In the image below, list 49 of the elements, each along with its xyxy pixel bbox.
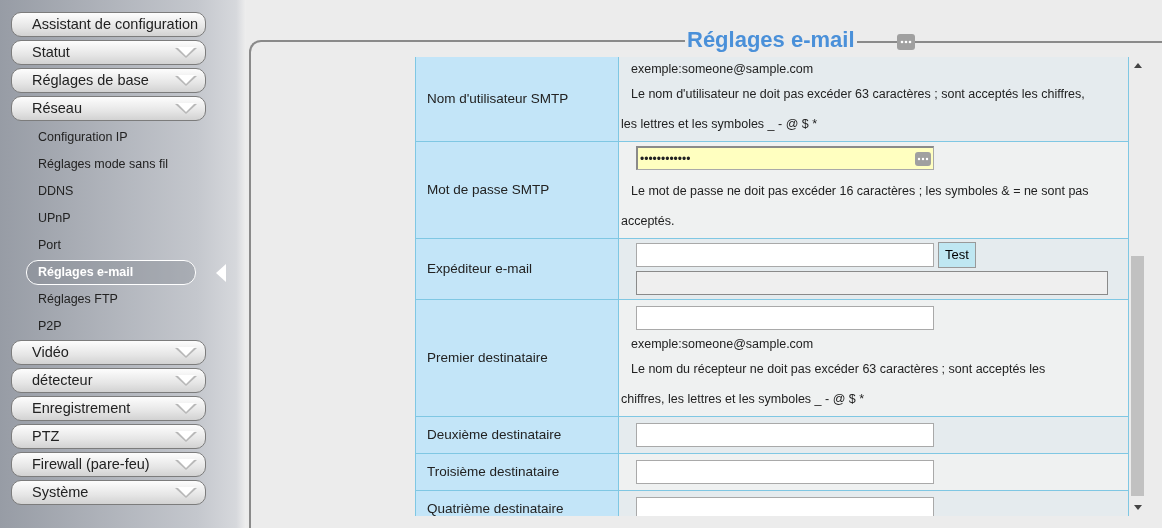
caret-icon xyxy=(175,102,197,115)
input-field[interactable] xyxy=(636,460,934,484)
caret-icon xyxy=(175,46,197,59)
menu-button[interactable]: Firewall (pare-feu) xyxy=(11,452,206,477)
submenu-item[interactable]: UPnP xyxy=(26,206,196,231)
menu-button[interactable]: Assistant de configuration xyxy=(11,12,206,37)
field-label: Premier destinataire xyxy=(416,300,619,416)
menu-button[interactable]: PTZ xyxy=(11,424,206,449)
menu-button[interactable]: Vidéo xyxy=(11,340,206,365)
submenu-item[interactable]: DDNS xyxy=(26,179,196,204)
more-icon xyxy=(896,34,915,50)
hint-text: Le nom d'utilisateur ne doit pas excéder 63 caractères ; sont acceptés les chiffres, les lettres et les symboles _ - @ $ * xyxy=(621,86,1086,133)
test-button[interactable]: Test xyxy=(938,242,976,268)
pointer-icon xyxy=(216,264,226,282)
example-text: exemple:someone@sample.com xyxy=(630,61,815,78)
panel-title: Réglages e-mail xyxy=(686,28,856,52)
hint-text: Le mot de passe ne doit pas excéder 16 caractères ; les symboles & = ne sont pas acceptés. xyxy=(621,183,1090,230)
caret-icon xyxy=(175,458,197,471)
caret-icon xyxy=(175,486,197,499)
caret-icon xyxy=(175,402,197,415)
submenu-item[interactable]: Configuration IP xyxy=(26,125,196,150)
input-field[interactable] xyxy=(636,423,934,447)
more-icon[interactable] xyxy=(915,151,931,166)
submenu-item[interactable]: Port xyxy=(26,233,196,258)
submenu-item[interactable]: Réglages mode sans fil xyxy=(26,152,196,177)
field-label: Troisième destinataire xyxy=(416,454,619,490)
caret-icon xyxy=(175,74,197,87)
caret-icon xyxy=(175,346,197,359)
field-label: Expéditeur e-mail xyxy=(416,239,619,299)
example-text: exemple:someone@sample.com xyxy=(630,336,815,353)
hint-text: Le nom du récepteur ne doit pas excéder 63 caractères ; sont acceptés les chiffres, les lettres et les symboles _ - @ $ * xyxy=(621,361,1047,408)
field-label: Quatrième destinataire xyxy=(416,491,619,516)
input-field[interactable] xyxy=(636,243,934,267)
field-label: Mot de passe SMTP xyxy=(416,142,619,238)
submenu-item[interactable]: P2P xyxy=(26,314,196,339)
caret-icon xyxy=(175,430,197,443)
field-label: Deuxième destinataire xyxy=(416,417,619,453)
input-field[interactable] xyxy=(636,497,934,516)
field-label: Nom d'utilisateur SMTP xyxy=(416,57,619,141)
password-field[interactable]: •••••••••••• xyxy=(636,146,934,170)
menu-button[interactable]: Enregistrement xyxy=(11,396,206,421)
menu-button[interactable]: Statut xyxy=(11,40,206,65)
submenu-item[interactable]: Réglages FTP xyxy=(26,287,196,312)
caret-icon xyxy=(175,374,197,387)
menu-button[interactable]: Réseau xyxy=(11,96,206,121)
menu-button[interactable]: Réglages de base xyxy=(11,68,206,93)
input-field[interactable] xyxy=(636,306,934,330)
menu-button[interactable]: détecteur xyxy=(11,368,206,393)
menu-button[interactable]: Système xyxy=(11,480,206,505)
